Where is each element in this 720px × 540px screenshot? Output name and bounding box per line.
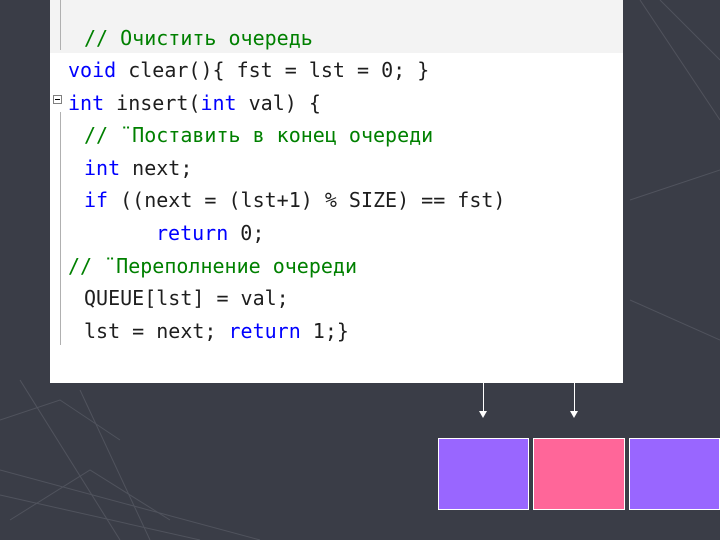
- code-line-2: void clear(){ fst = lst = 0; }: [68, 56, 429, 84]
- keyword-int: int: [200, 91, 237, 115]
- code-line-1: // Очистить очередь: [84, 24, 313, 52]
- keyword-int: int: [84, 156, 121, 180]
- queue-cell-1: [438, 438, 529, 510]
- code-text: insert(: [104, 91, 201, 115]
- queue-cell-2: [533, 438, 625, 510]
- keyword-return: return: [156, 221, 229, 245]
- comment-enqueue: // ¨Поставить в конец очереди: [84, 123, 434, 147]
- keyword-if: if: [84, 188, 109, 212]
- code-text: QUEUE[lst] = val;: [84, 286, 289, 310]
- code-text: 1;}: [300, 319, 349, 343]
- comment-clear: // Очистить очередь: [84, 26, 313, 50]
- code-text: next;: [120, 156, 193, 180]
- code-text: lst = next;: [84, 319, 229, 343]
- code-text: 0;: [228, 221, 265, 245]
- code-line-8: // ¨Переполнение очереди: [68, 252, 357, 280]
- pointer-arrow-right-line: [574, 383, 575, 413]
- code-text: val) {: [236, 91, 321, 115]
- keyword-int: int: [68, 91, 105, 115]
- keyword-void: void: [68, 58, 117, 82]
- gutter-line-body: [60, 112, 61, 345]
- code-line-4: // ¨Поставить в конец очереди: [84, 121, 433, 149]
- pointer-arrow-left-line: [483, 383, 484, 413]
- code-line-7: return 0;: [156, 219, 264, 247]
- code-line-10: lst = next; return 1;}: [84, 317, 349, 345]
- keyword-return: return: [228, 319, 301, 343]
- code-line-6: if ((next = (lst+1) % SIZE) == fst): [84, 186, 505, 214]
- comment-overflow: // ¨Переполнение очереди: [68, 254, 357, 278]
- code-line-9: QUEUE[lst] = val;: [84, 284, 289, 312]
- queue-cell-3: [629, 438, 720, 510]
- pointer-arrow-right-head: [570, 411, 578, 418]
- code-line-5: int next;: [84, 154, 192, 182]
- code-line-3: int insert(int val) {: [68, 89, 321, 117]
- gutter-line-top: [60, 0, 61, 50]
- code-text: clear(){ fst = lst = 0; }: [116, 58, 430, 82]
- collapse-toggle-icon[interactable]: [53, 95, 62, 104]
- pointer-arrow-left-head: [479, 411, 487, 418]
- code-text: ((next = (lst+1) % SIZE) == fst): [108, 188, 506, 212]
